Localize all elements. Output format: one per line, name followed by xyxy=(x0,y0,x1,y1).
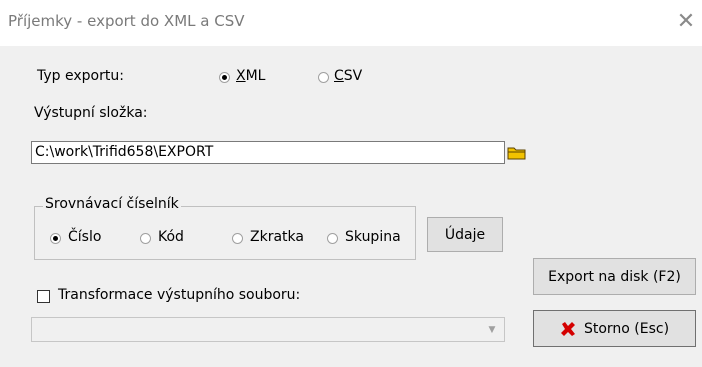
title-bar: Příjemky - export do XML a CSV ✕ xyxy=(0,0,702,46)
output-folder-value: C:\work\Trifid658\EXPORT xyxy=(35,144,214,160)
radio-csv[interactable] xyxy=(318,72,329,83)
radio-xml[interactable] xyxy=(219,72,230,83)
radio-cislo-label[interactable]: Číslo xyxy=(68,229,101,245)
export-button[interactable]: Export na disk (F2) xyxy=(533,258,696,295)
radio-zkratka-label[interactable]: Zkratka xyxy=(250,229,304,245)
radio-xml-label[interactable]: XML xyxy=(236,68,265,84)
radio-cislo[interactable] xyxy=(50,233,61,244)
window-title: Příjemky - export do XML a CSV xyxy=(8,12,245,30)
output-folder-label: Výstupní složka: xyxy=(34,105,148,121)
cancel-button[interactable]: Storno (Esc) xyxy=(533,310,696,347)
radio-csv-label[interactable]: CSV xyxy=(334,68,362,84)
output-folder-input[interactable]: C:\work\Trifid658\EXPORT xyxy=(31,141,526,164)
radio-skupina[interactable] xyxy=(327,233,338,244)
radio-kod-label[interactable]: Kód xyxy=(158,229,184,245)
browse-folder-button[interactable] xyxy=(502,143,532,162)
folder-icon xyxy=(507,147,526,160)
radio-kod[interactable] xyxy=(140,233,151,244)
close-icon[interactable]: ✕ xyxy=(672,8,700,36)
radio-zkratka[interactable] xyxy=(232,233,243,244)
transform-label[interactable]: Transformace výstupního souboru: xyxy=(58,287,300,303)
red-x-icon xyxy=(560,321,575,336)
transform-select[interactable]: ▼ xyxy=(31,317,505,342)
export-type-label: Typ exportu: xyxy=(37,68,124,84)
cancel-button-label: Storno (Esc) xyxy=(583,320,670,337)
details-button[interactable]: Údaje xyxy=(427,217,503,252)
codebook-legend: Srovnávací číselník xyxy=(43,196,181,212)
chevron-down-icon[interactable]: ▼ xyxy=(481,319,503,340)
transform-checkbox[interactable] xyxy=(37,290,50,303)
radio-skupina-label[interactable]: Skupina xyxy=(345,229,401,245)
